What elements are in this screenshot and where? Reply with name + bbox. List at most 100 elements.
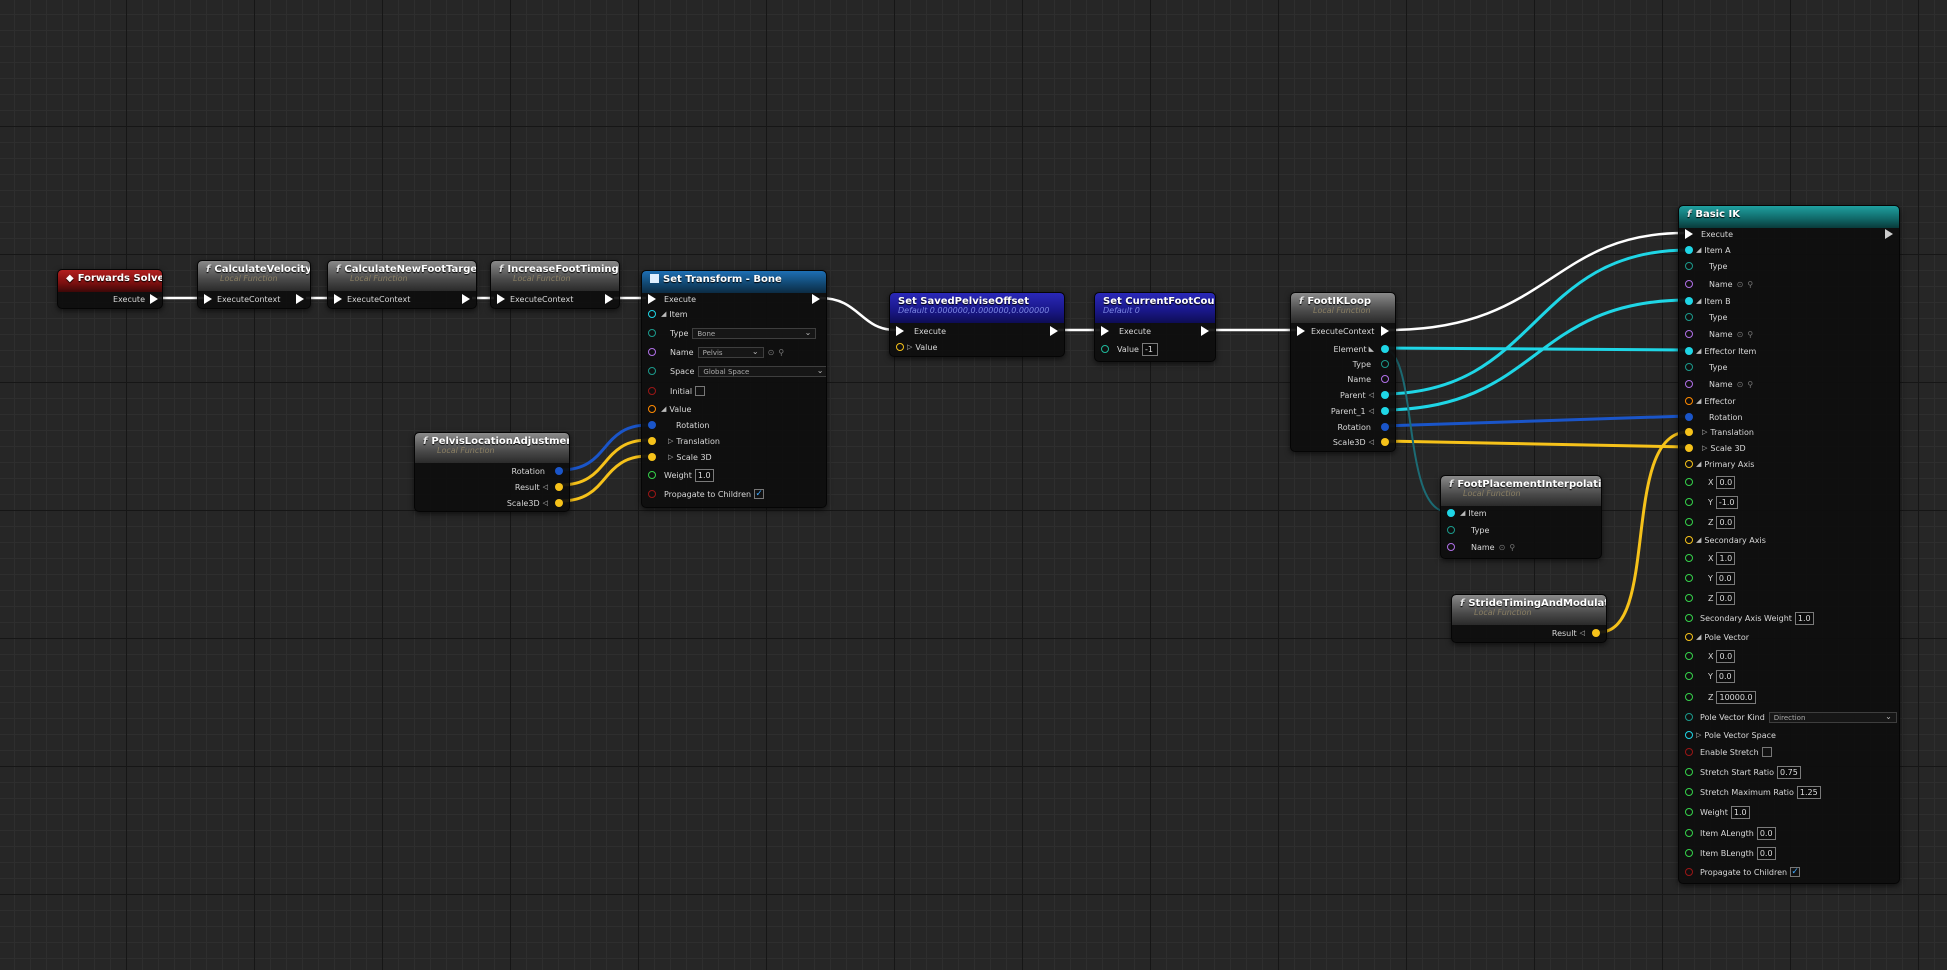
primary-axis-pin[interactable] [1685,460,1693,468]
weight-input[interactable]: 1.0 [1730,805,1750,819]
enable-stretch-pin[interactable] [1685,748,1693,756]
rotation-out-pin[interactable] [555,467,563,475]
space-dropdown[interactable]: Global Space [698,365,826,377]
node-forwards-solve[interactable]: ◆ Forwards Solve Execute [57,269,163,309]
secondary-weight-pin[interactable] [1685,614,1693,622]
use-selected-icon[interactable]: ⊙ [1737,280,1744,289]
pole-kind-dropdown[interactable]: Direction [1768,711,1897,723]
b-length-input[interactable]: 0.0 [1756,846,1776,860]
node-calculate-velocity[interactable]: f CalculateVelocity Local Function Execut… [197,260,311,309]
search-icon[interactable]: ⚲ [778,348,784,357]
search-icon[interactable]: ⚲ [1747,330,1753,339]
item-b-name-pin[interactable] [1685,330,1693,338]
exec-out-pin[interactable] [605,294,613,304]
stretch-start-input[interactable]: 0.75 [1777,765,1801,779]
type-dropdown[interactable]: Bone [692,327,817,339]
type-pin[interactable] [648,329,656,337]
type-out-pin[interactable] [1381,360,1389,368]
weight-input[interactable]: 1.0 [694,468,714,482]
exec-in-pin[interactable] [204,294,212,304]
node-calculate-new-foot-targets[interactable]: f CalculateNewFootTargets Local Function … [327,260,477,309]
pole-space-pin[interactable] [1685,731,1693,739]
exec-in-pin[interactable] [648,294,656,304]
use-selected-icon[interactable]: ⊙ [1737,380,1744,389]
node-increase-foot-timings[interactable]: f IncreaseFootTimings Local Function Exec… [490,260,620,309]
a-length-pin[interactable] [1685,829,1693,837]
rotation-pin[interactable] [1685,413,1693,421]
initial-pin[interactable] [648,387,656,395]
node-set-saved-pelvise-offset[interactable]: Set SavedPelviseOffset Default 0.000000,… [889,292,1065,357]
exec-out-pin[interactable] [1201,326,1209,336]
stretch-max-pin[interactable] [1685,788,1693,796]
exec-in-pin[interactable] [1297,326,1305,336]
secondary-x-input[interactable]: 1.0 [1716,551,1736,565]
stretch-max-input[interactable]: 1.25 [1796,785,1821,799]
item-a-type-pin[interactable] [1685,262,1693,270]
exec-out-pin[interactable] [1050,326,1058,336]
value-pin[interactable] [648,405,656,413]
item-a-name-pin[interactable] [1685,280,1693,288]
secondary-z-pin[interactable] [1685,594,1693,602]
item-b-pin[interactable] [1685,297,1693,305]
effector-type-pin[interactable] [1685,363,1693,371]
pole-vector-pin[interactable] [1685,633,1693,641]
propagate-checkbox[interactable]: ✓ [1790,867,1801,877]
weight-pin[interactable] [1685,808,1693,816]
node-set-current-foot-count[interactable]: Set CurrentFootCount Default 0 Execute V… [1094,292,1216,362]
rotation-pin[interactable] [648,421,656,429]
result-out-pin[interactable] [1592,629,1600,637]
item-pin[interactable] [648,310,656,318]
exec-in-pin[interactable] [334,294,342,304]
pole-x-pin[interactable] [1685,652,1693,660]
pole-z-input[interactable]: 10000.0 [1716,690,1756,704]
node-foot-placement-interpolation[interactable]: f FootPlacementInterpolation Local Functi… [1440,475,1602,559]
exec-out-pin[interactable] [150,294,158,304]
enable-stretch-checkbox[interactable] [1761,747,1772,757]
node-foot-ik-loop[interactable]: f FootIKLoop Local Function ExecuteContex… [1290,292,1396,452]
scale-out-pin[interactable] [1381,438,1389,446]
initial-checkbox[interactable] [695,386,706,396]
item-b-type-pin[interactable] [1685,313,1693,321]
element-out-pin[interactable] [1381,345,1389,353]
use-selected-icon[interactable]: ⊙ [1499,543,1506,552]
propagate-pin[interactable] [1685,868,1693,876]
exec-in-pin[interactable] [1101,326,1109,336]
rotation-out-pin[interactable] [1381,423,1389,431]
exec-out-pin[interactable] [462,294,470,304]
primary-z-pin[interactable] [1685,518,1693,526]
node-basic-ik[interactable]: f Basic IK Execute ◢ Item A Type Name ⊙ ⚲ ◢ I… [1678,205,1900,884]
item-a-pin[interactable] [1685,246,1693,254]
scale-out-pin[interactable] [555,499,563,507]
exec-out-pin[interactable] [296,294,304,304]
translation-pin[interactable] [1685,428,1693,436]
weight-pin[interactable] [648,471,656,479]
effector-name-pin[interactable] [1685,380,1693,388]
a-length-input[interactable]: 0.0 [1756,826,1776,840]
parent1-out-pin[interactable] [1381,407,1389,415]
name-pin[interactable] [1447,543,1455,551]
pole-kind-pin[interactable] [1685,713,1693,721]
pole-y-input[interactable]: 0.0 [1715,669,1735,683]
effector-item-pin[interactable] [1685,347,1693,355]
parent-out-pin[interactable] [1381,391,1389,399]
node-pelvis-location-adjustments[interactable]: f PelvisLocationAdjustments Local Functio… [414,432,570,512]
exec-in-pin[interactable] [896,326,904,336]
item-pin[interactable] [1447,509,1455,517]
secondary-weight-input[interactable]: 1.0 [1794,611,1814,625]
propagate-pin[interactable] [648,490,656,498]
effector-pin[interactable] [1685,397,1693,405]
search-icon[interactable]: ⚲ [1747,380,1753,389]
use-selected-icon[interactable]: ⊙ [768,348,775,357]
result-out-pin[interactable] [555,483,563,491]
type-pin[interactable] [1447,526,1455,534]
exec-in-pin[interactable] [497,294,505,304]
scale-pin[interactable] [648,453,656,461]
node-stride-timing-and-modulation[interactable]: fStrideTimingAndModulation Local Functio… [1451,594,1607,643]
propagate-checkbox[interactable]: ✓ [754,489,765,499]
search-icon[interactable]: ⚲ [1747,280,1753,289]
secondary-axis-pin[interactable] [1685,536,1693,544]
value-input[interactable]: -1 [1141,342,1158,356]
name-pin[interactable] [648,348,656,356]
secondary-y-pin[interactable] [1685,574,1693,582]
search-icon[interactable]: ⚲ [1509,543,1515,552]
